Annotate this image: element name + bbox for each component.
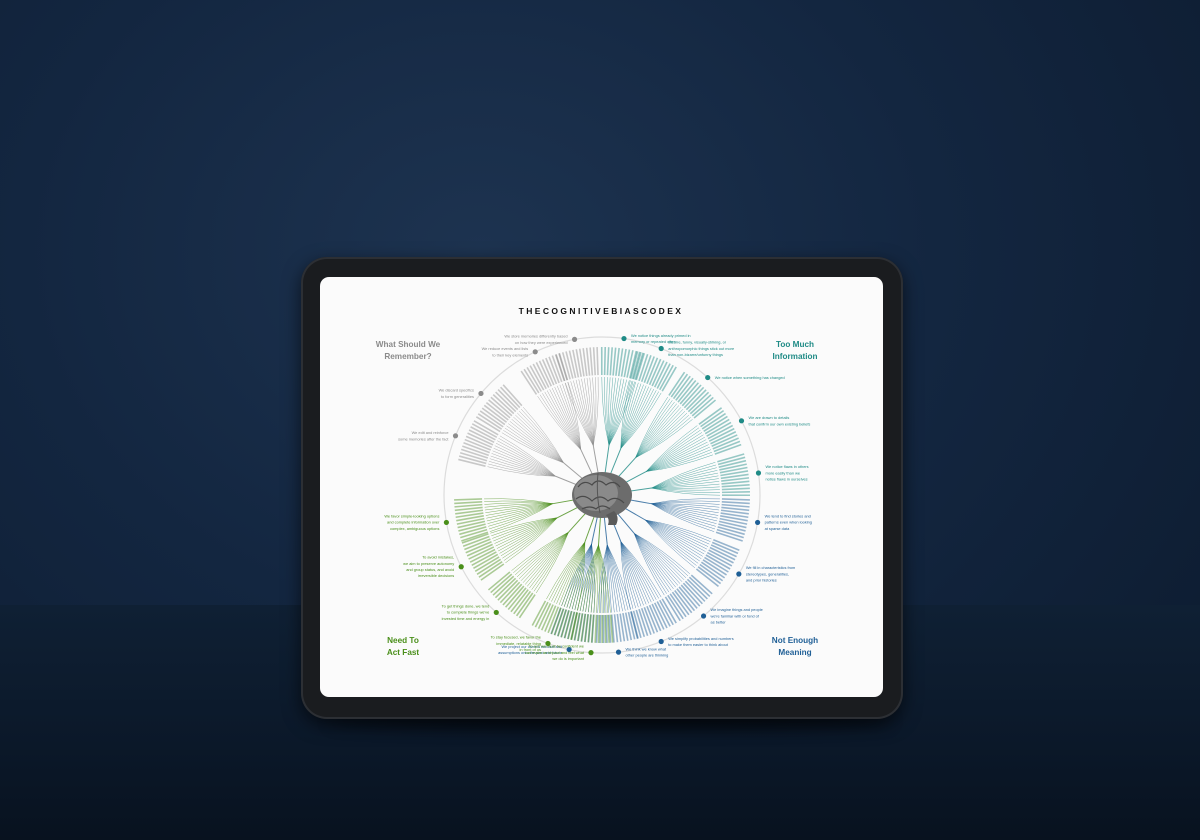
doc-title: THECOGNITIVEBIASCODEX: [519, 306, 684, 316]
branch-leaf: [492, 450, 556, 477]
branch-leaf: [635, 407, 682, 459]
category-label: We notice when something has changed: [715, 375, 785, 380]
bias-label-mark: [585, 347, 591, 376]
category-node[interactable]: [755, 470, 762, 476]
category-label: We simplify probabilities and numbers to …: [668, 636, 734, 647]
quadrant-title-remember: What Should We Remember?: [376, 340, 441, 361]
category-label: We imagine things and people we're famili…: [711, 607, 763, 624]
category-label: Bizarre, funny, visually-striking, or ant…: [668, 340, 734, 357]
bias-label-mark: [476, 558, 502, 575]
bias-label-mark: [612, 347, 617, 376]
bias-label-mark: [721, 498, 750, 501]
category-label: We fill in characteristics from stereotyp…: [746, 565, 795, 582]
category-node[interactable]: [658, 638, 664, 645]
bias-label-mark: [526, 366, 542, 392]
category-node[interactable]: [443, 519, 450, 526]
category-node[interactable]: [493, 609, 499, 616]
branch-leaf: [511, 418, 564, 464]
branch-leaf: [645, 519, 703, 557]
bias-label-mark: [590, 614, 595, 643]
category-node[interactable]: [571, 336, 578, 343]
bias-label-mark: [589, 347, 594, 376]
tablet-screen: THECOGNITIVEBIASCODEX We store memories …: [320, 277, 883, 697]
category-label: We discard specifics to form generalities: [439, 388, 474, 399]
category-label: We edit and reinforce some memories after…: [398, 430, 449, 441]
category-node[interactable]: [532, 349, 538, 355]
category-label: We are drawn to details that confirm our …: [749, 415, 811, 426]
bias-label-mark: [523, 368, 540, 394]
category-node[interactable]: [588, 650, 594, 656]
category-label: We favor simple-looking options and compl…: [384, 514, 440, 531]
category-label: We think we know what other people are th…: [626, 646, 669, 657]
branch-leaf: [608, 378, 622, 446]
bias-label-mark: [721, 501, 750, 505]
category-node[interactable]: [458, 564, 464, 570]
bias-label-mark: [454, 506, 483, 512]
branch-leaf: [635, 409, 684, 459]
category-label: We reduce events and lists to their key e…: [482, 346, 529, 357]
bias-label-mark: [596, 347, 599, 376]
bias-label-mark: [721, 490, 750, 494]
category-node[interactable]: [615, 649, 622, 655]
bias-label-mark: [604, 614, 607, 643]
category-label: We notice flaws in others more easily tha…: [765, 464, 808, 481]
bias-label-mark: [454, 503, 483, 508]
bias-label-mark: [592, 347, 596, 376]
quadrant-title-meaning: Not Enough Meaning: [772, 636, 818, 657]
category-label: We store memories differently based on ho…: [504, 334, 567, 345]
category-label: To avoid mistakes, we aim to preserve aut…: [403, 555, 454, 579]
bias-label-mark: [568, 350, 577, 379]
bias-label-mark: [457, 520, 486, 529]
category-label: We tend to find stories and patterns even…: [765, 514, 812, 531]
bias-label-mark: [613, 614, 619, 643]
category-label: To get things done, we tend to complete t…: [442, 604, 490, 621]
bias-label-mark: [721, 506, 750, 512]
branch-leaf: [561, 541, 586, 606]
branch-leaf: [620, 385, 647, 449]
category-node[interactable]: [478, 390, 484, 397]
bias-codex-diagram: THECOGNITIVEBIASCODEX We store memories …: [376, 306, 818, 661]
bias-label-mark: [718, 520, 747, 529]
bias-label-mark: [454, 498, 483, 501]
bias-label-mark: [721, 484, 750, 488]
bias-label-mark: [603, 347, 607, 376]
category-node[interactable]: [621, 335, 627, 342]
bias-label-mark: [721, 503, 750, 508]
bias-label-mark: [606, 347, 610, 376]
bias-label-mark: [454, 501, 483, 505]
category-node[interactable]: [658, 345, 664, 352]
branch-leaf: [651, 475, 719, 489]
bias-label-mark: [597, 614, 601, 643]
bias-label-mark: [721, 487, 750, 491]
branch-leaf: [551, 387, 582, 450]
quadrant-title-act: Need To Act Fast: [387, 636, 420, 657]
category-node[interactable]: [754, 519, 761, 526]
category-node[interactable]: [452, 433, 459, 439]
category-node[interactable]: [700, 613, 707, 619]
quadrant-title-info: Too Much Information: [772, 340, 817, 361]
category-node[interactable]: [738, 418, 745, 424]
category-node[interactable]: [705, 374, 711, 381]
bias-label-mark: [721, 480, 750, 485]
category-node[interactable]: [736, 571, 742, 577]
bias-label-mark: [609, 347, 613, 376]
branch-leaf: [524, 532, 569, 585]
category-label: To act, we must be confident we can make …: [525, 644, 585, 661]
brain-icon: [572, 472, 632, 525]
